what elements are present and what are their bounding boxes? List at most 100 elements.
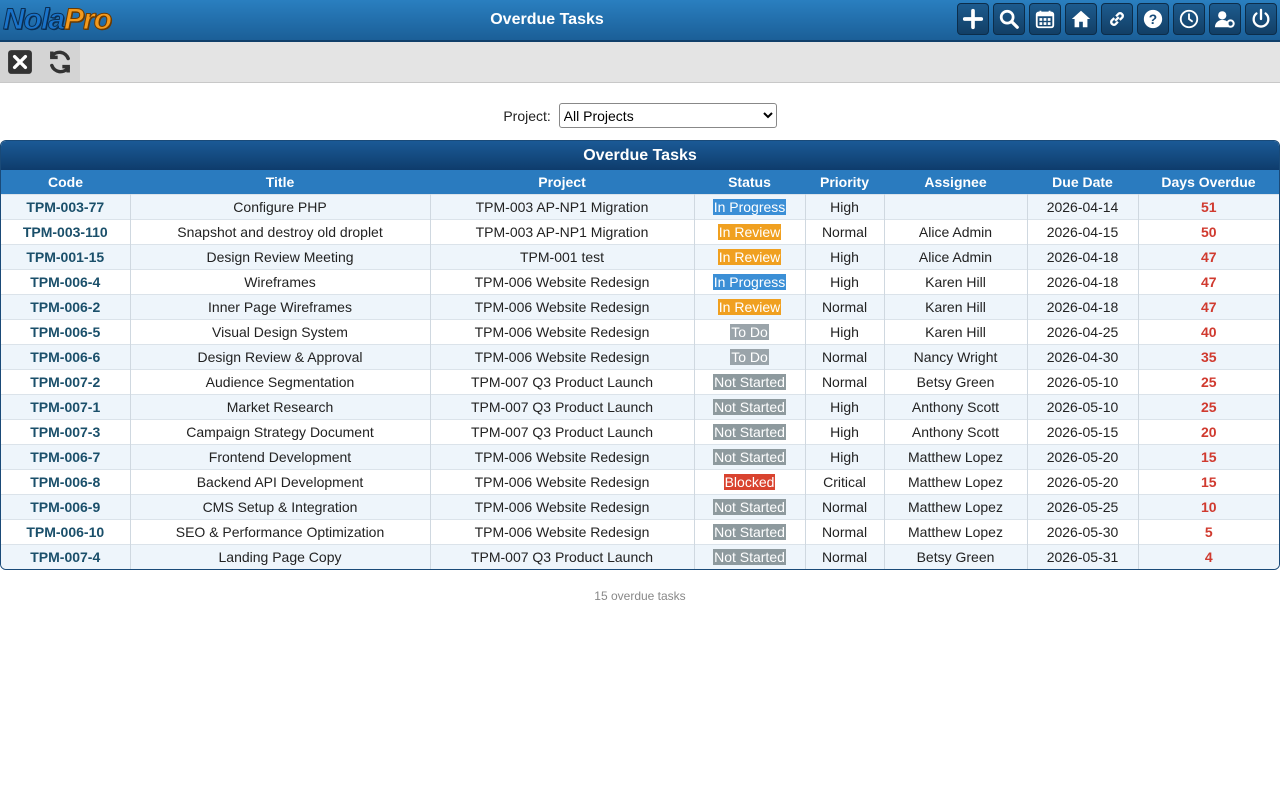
task-due-date: 2026-04-30: [1027, 344, 1139, 370]
task-code[interactable]: TPM-007-4: [1, 544, 131, 569]
task-days-overdue: 47: [1138, 244, 1279, 270]
calendar-button[interactable]: [1029, 3, 1061, 35]
table-row[interactable]: TPM-007-1 Market Research TPM-007 Q3 Produ…: [1, 394, 1279, 420]
status-badge: In Review: [717, 249, 782, 265]
time-button[interactable]: [1173, 3, 1205, 35]
table-row[interactable]: TPM-006-9 CMS Setup & Integration TPM-006 …: [1, 494, 1279, 520]
table-row[interactable]: TPM-006-4 Wireframes TPM-006 Website Redes…: [1, 269, 1279, 295]
column-header-title[interactable]: Title: [130, 170, 430, 195]
task-assignee: Karen Hill: [884, 319, 1028, 345]
task-code[interactable]: TPM-007-3: [1, 419, 131, 445]
search-button[interactable]: [993, 3, 1025, 35]
task-assignee: Anthony Scott: [884, 419, 1028, 445]
task-priority: High: [805, 269, 885, 295]
task-title: Campaign Strategy Document: [130, 419, 431, 445]
task-project: TPM-001 test: [430, 244, 695, 270]
task-due-date: 2026-05-30: [1027, 519, 1139, 545]
help-button[interactable]: ?: [1137, 3, 1169, 35]
table-row[interactable]: TPM-006-6 Design Review & Approval TPM-006…: [1, 344, 1279, 370]
task-status: Not Started: [694, 394, 806, 420]
task-code[interactable]: TPM-003-110: [1, 219, 131, 245]
table-row[interactable]: TPM-007-3 Campaign Strategy Document TPM-0…: [1, 419, 1279, 445]
task-status: Blocked: [694, 469, 806, 495]
table-row[interactable]: TPM-006-5 Visual Design System TPM-006 Web…: [1, 319, 1279, 345]
task-code[interactable]: TPM-006-5: [1, 319, 131, 345]
task-days-overdue: 35: [1138, 344, 1279, 370]
task-due-date: 2026-05-10: [1027, 369, 1139, 395]
column-header-project[interactable]: Project: [430, 170, 694, 195]
status-badge: In Progress: [712, 274, 787, 290]
table-row[interactable]: TPM-001-15 Design Review Meeting TPM-001 t…: [1, 244, 1279, 270]
table-row[interactable]: TPM-006-7 Frontend Development TPM-006 Web…: [1, 444, 1279, 470]
table-row[interactable]: TPM-007-4 Landing Page Copy TPM-007 Q3 Pro…: [1, 544, 1279, 569]
task-code[interactable]: TPM-006-9: [1, 494, 131, 520]
column-header-due-date[interactable]: Due Date: [1027, 170, 1138, 195]
task-priority: High: [805, 244, 885, 270]
task-assignee: Anthony Scott: [884, 394, 1028, 420]
close-button[interactable]: [5, 47, 35, 77]
home-button[interactable]: [1065, 3, 1097, 35]
task-priority: High: [805, 194, 885, 220]
table-row[interactable]: TPM-003-77 Configure PHP TPM-003 AP-NP1 Mi…: [1, 194, 1279, 220]
task-code[interactable]: TPM-007-1: [1, 394, 131, 420]
task-code[interactable]: TPM-006-2: [1, 294, 131, 320]
task-assignee: Karen Hill: [884, 294, 1028, 320]
svg-text:?: ?: [1149, 12, 1157, 27]
task-code[interactable]: TPM-006-10: [1, 519, 131, 545]
task-days-overdue: 20: [1138, 419, 1279, 445]
task-code[interactable]: TPM-001-15: [1, 244, 131, 270]
task-days-overdue: 25: [1138, 394, 1279, 420]
task-due-date: 2026-04-25: [1027, 319, 1139, 345]
user-settings-button[interactable]: [1209, 3, 1241, 35]
overdue-count: 15 overdue tasks: [594, 589, 686, 603]
task-status: To Do: [694, 319, 806, 345]
close-icon: [8, 50, 32, 74]
status-badge: Blocked: [723, 474, 776, 490]
table-row[interactable]: TPM-006-8 Backend API Development TPM-006 …: [1, 469, 1279, 495]
task-code[interactable]: TPM-007-2: [1, 369, 131, 395]
status-badge: To Do: [730, 324, 769, 340]
task-project: TPM-006 Website Redesign: [430, 294, 695, 320]
column-header-priority[interactable]: Priority: [805, 170, 884, 195]
task-code[interactable]: TPM-003-77: [1, 194, 131, 220]
task-project: TPM-006 Website Redesign: [430, 319, 695, 345]
panel-title: Overdue Tasks: [1, 141, 1279, 170]
status-badge: Not Started: [713, 549, 786, 565]
project-select[interactable]: All Projects: [558, 103, 777, 128]
project-filter-label: Project:: [503, 107, 551, 124]
task-days-overdue: 15: [1138, 469, 1279, 495]
status-badge: Not Started: [713, 524, 786, 540]
task-project: TPM-006 Website Redesign: [430, 269, 695, 295]
status-badge: Not Started: [713, 499, 786, 515]
logout-button[interactable]: [1245, 3, 1277, 35]
table-row[interactable]: TPM-006-2 Inner Page Wireframes TPM-006 We…: [1, 294, 1279, 320]
task-days-overdue: 40: [1138, 319, 1279, 345]
task-status: In Review: [694, 244, 806, 270]
task-days-overdue: 50: [1138, 219, 1279, 245]
refresh-button[interactable]: [45, 47, 75, 77]
task-code[interactable]: TPM-006-7: [1, 444, 131, 470]
task-due-date: 2026-05-15: [1027, 419, 1139, 445]
table-row[interactable]: TPM-003-110 Snapshot and destroy old drop…: [1, 219, 1279, 245]
status-badge: Not Started: [713, 449, 786, 465]
table-row[interactable]: TPM-007-2 Audience Segmentation TPM-007 Q3…: [1, 369, 1279, 395]
task-project: TPM-006 Website Redesign: [430, 519, 695, 545]
home-icon: [1071, 10, 1091, 28]
table-row[interactable]: TPM-006-10 SEO & Performance Optimization…: [1, 519, 1279, 545]
column-header-code[interactable]: Code: [1, 170, 130, 195]
task-project: TPM-006 Website Redesign: [430, 344, 695, 370]
add-button[interactable]: [957, 3, 989, 35]
column-header-assignee[interactable]: Assignee: [884, 170, 1027, 195]
task-assignee: Nancy Wright: [884, 344, 1028, 370]
column-header-status[interactable]: Status: [694, 170, 805, 195]
column-header-days-overdue[interactable]: Days Overdue: [1138, 170, 1279, 195]
task-title: Audience Segmentation: [130, 369, 431, 395]
link-button[interactable]: [1101, 3, 1133, 35]
task-project: TPM-007 Q3 Product Launch: [430, 394, 695, 420]
task-code[interactable]: TPM-006-8: [1, 469, 131, 495]
task-code[interactable]: TPM-006-4: [1, 269, 131, 295]
task-days-overdue: 47: [1138, 269, 1279, 295]
task-code[interactable]: TPM-006-6: [1, 344, 131, 370]
task-status: Not Started: [694, 369, 806, 395]
task-due-date: 2026-05-10: [1027, 394, 1139, 420]
